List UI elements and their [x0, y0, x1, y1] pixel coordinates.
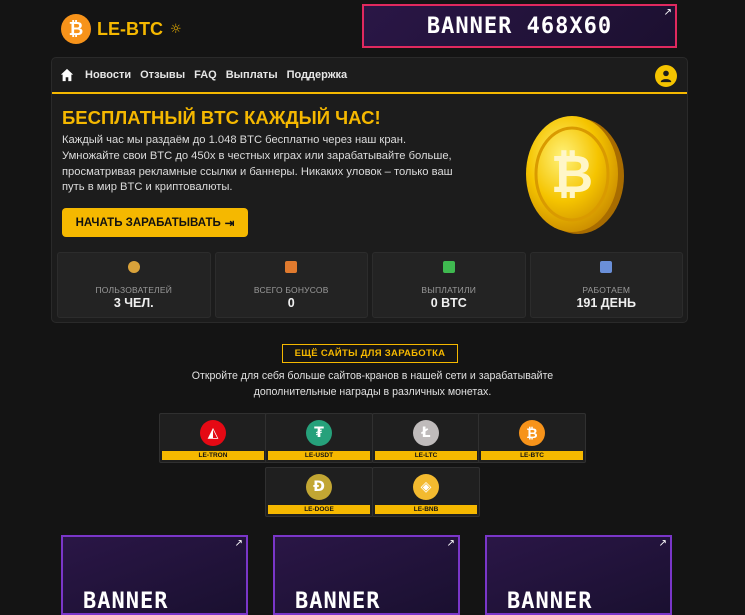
stat-payouts: ВЫПЛАТИЛИ 0 BTC: [372, 252, 526, 318]
bottom-banner-ad-3[interactable]: ↗ BANNER: [485, 535, 672, 615]
sun-icon: ☼: [170, 21, 182, 37]
bottom-banner-ad-1[interactable]: ↗ BANNER: [61, 535, 248, 615]
external-link-icon[interactable]: ↗: [664, 7, 672, 18]
top-banner-ad[interactable]: BANNER 468X60 ↗: [362, 4, 677, 48]
banner-text: BANNER: [507, 589, 593, 614]
users-icon: [127, 261, 140, 273]
check-icon: [442, 261, 455, 273]
banner-text: BANNER: [295, 589, 381, 614]
calendar-icon: [600, 261, 613, 273]
site-logo[interactable]: ₿ LE-BTC ☼: [61, 14, 182, 44]
user-account-icon[interactable]: [655, 65, 677, 87]
site-label: LE-TRON: [162, 451, 264, 460]
home-icon[interactable]: [60, 68, 74, 82]
bitcoin-logo-icon: ₿: [61, 14, 91, 44]
more-sites-title: ЕЩЁ САЙТЫ ДЛЯ ЗАРАБОТКА: [282, 344, 458, 363]
stat-label: ВСЕГО БОНУСОВ: [253, 285, 329, 295]
nav-item-news[interactable]: Новости: [85, 69, 131, 81]
stats-row: ПОЛЬЗОВАТЕЛЕЙ 3 ЧЕЛ. ВСЕГО БОНУСОВ 0 ВЫП…: [57, 252, 683, 318]
nav-item-faq[interactable]: FAQ: [194, 69, 217, 81]
site-card-le-ltc[interactable]: Ł LE-LTC: [372, 413, 480, 463]
stat-value: 3 ЧЕЛ.: [113, 296, 154, 310]
arrow-in-icon: ⇥: [224, 217, 235, 230]
bnb-icon: ◈: [413, 474, 439, 500]
logo-text: LE-BTC: [97, 18, 163, 39]
stat-label: РАБОТАЕМ: [582, 285, 631, 295]
hero-description: Каждый час мы раздаём до 1.048 BTC беспл…: [62, 134, 453, 194]
site-card-le-btc[interactable]: ₿ LE-BTC: [478, 413, 586, 463]
stat-label: ПОЛЬЗОВАТЕЛЕЙ: [95, 285, 173, 295]
stat-label: ВЫПЛАТИЛИ: [421, 285, 477, 295]
stat-uptime: РАБОТАЕМ 191 ДЕНЬ: [529, 252, 683, 318]
gift-icon: [285, 261, 298, 273]
bottom-banner-ad-2[interactable]: ↗ BANNER: [273, 535, 460, 615]
start-earning-button[interactable]: НАЧАТЬ ЗАРАБАТЫВАТЬ ⇥: [62, 208, 248, 237]
stat-users: ПОЛЬЗОВАТЕЛЕЙ 3 ЧЕЛ.: [57, 252, 211, 318]
external-link-icon[interactable]: ↗: [659, 538, 667, 549]
more-sites-description: Откройте для себя больше сайтов-кранов в…: [191, 370, 554, 398]
main-card: Новости Отзывы FAQ Выплаты Поддержка БЕС…: [51, 57, 688, 323]
stat-value: 191 ДЕНЬ: [576, 296, 637, 310]
external-link-icon[interactable]: ↗: [447, 538, 455, 549]
nav-item-support[interactable]: Поддержка: [287, 69, 348, 81]
external-link-icon[interactable]: ↗: [235, 538, 243, 549]
stat-value: 0 BTC: [430, 296, 467, 310]
banner-text: BANNER 468X60: [426, 13, 613, 39]
dogecoin-icon: Ð: [306, 474, 332, 500]
nav-item-reviews[interactable]: Отзывы: [140, 69, 185, 81]
site-label: LE-LTC: [375, 451, 477, 460]
bitcoin-coin-illustration: ₿: [526, 116, 624, 234]
tron-icon: ◭: [200, 420, 226, 446]
stat-bonuses: ВСЕГО БОНУСОВ 0: [214, 252, 368, 318]
banner-text: BANNER: [83, 589, 169, 614]
site-label: LE-USDT: [268, 451, 370, 460]
tether-icon: ₮: [306, 420, 332, 446]
site-label: LE-BNB: [375, 505, 477, 514]
nav-item-payouts[interactable]: Выплаты: [226, 69, 278, 81]
cta-label: НАЧАТЬ ЗАРАБАТЫВАТЬ: [75, 216, 221, 229]
svg-text:₿: ₿: [551, 145, 593, 205]
site-card-le-doge[interactable]: Ð LE-DOGE: [265, 467, 373, 517]
site-card-le-usdt[interactable]: ₮ LE-USDT: [265, 413, 373, 463]
main-nav: Новости Отзывы FAQ Выплаты Поддержка: [52, 58, 687, 94]
site-label: LE-BTC: [481, 451, 583, 460]
litecoin-icon: Ł: [413, 420, 439, 446]
bitcoin-icon: ₿: [519, 420, 545, 446]
site-card-le-bnb[interactable]: ◈ LE-BNB: [372, 467, 480, 517]
site-label: LE-DOGE: [268, 505, 370, 514]
stat-value: 0: [287, 296, 295, 310]
hero-title: БЕСПЛАТНЫЙ BTC КАЖДЫЙ ЧАС!: [62, 107, 381, 128]
site-card-le-tron[interactable]: ◭ LE-TRON: [159, 413, 267, 463]
hero-section: БЕСПЛАТНЫЙ BTC КАЖДЫЙ ЧАС! Каждый час мы…: [52, 96, 687, 248]
